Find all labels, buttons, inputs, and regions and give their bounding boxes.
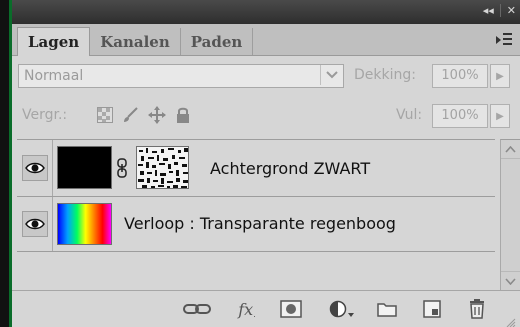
tab-kanalen[interactable]: Kanalen [90, 28, 181, 55]
mask-link-icon[interactable] [116, 158, 128, 178]
blend-row: Normaal Dekking: 100% ▶ [18, 62, 514, 90]
new-layer-icon[interactable] [419, 298, 445, 320]
layer-name[interactable]: Achtergrond ZWART [210, 159, 370, 178]
layer-row[interactable]: Verloop : Transparante regenboog [17, 197, 495, 252]
scroll-up-icon[interactable] [501, 140, 520, 159]
lock-row: Vergr.: Vul: 100% ▶ [18, 98, 514, 130]
scroll-down-icon[interactable] [501, 271, 520, 290]
fill-field[interactable]: 100% [432, 104, 488, 128]
background-window-edge [0, 0, 12, 327]
layer-style-fx-icon[interactable]: fx. [232, 298, 262, 320]
lock-label: Vergr.: [22, 107, 68, 123]
blend-mode-select[interactable]: Normaal [18, 64, 344, 88]
close-icon[interactable]: ✕ [507, 4, 516, 17]
layer-row[interactable]: Achtergrond ZWART [17, 140, 495, 197]
lock-all-icon[interactable] [174, 106, 192, 124]
titlebar-divider [499, 4, 501, 17]
visibility-cell[interactable] [17, 140, 53, 196]
layers-footer-toolbar: fx. [12, 290, 520, 327]
layer-thumbnail[interactable] [57, 203, 112, 245]
fill-slider-arrow-icon[interactable]: ▶ [490, 104, 510, 128]
fill-label: Vul: [396, 107, 423, 123]
layers-panel: ◂◂ ✕ Lagen Kanalen Paden Normaal Dekking… [12, 0, 520, 327]
chevron-down-icon[interactable] [320, 65, 342, 85]
add-mask-icon[interactable] [278, 298, 304, 320]
eye-icon[interactable] [24, 218, 45, 230]
layer-name[interactable]: Verloop : Transparante regenboog [124, 214, 396, 233]
layers-scrollbar[interactable] [500, 139, 520, 290]
lock-transparency-icon[interactable] [96, 106, 114, 124]
panel-tabs: Lagen Kanalen Paden [12, 24, 520, 56]
eye-icon[interactable] [24, 162, 45, 174]
opacity-label: Dekking: [354, 67, 416, 83]
collapse-icon[interactable]: ◂◂ [483, 4, 494, 17]
panel-title-bar[interactable]: ◂◂ ✕ [12, 0, 520, 24]
layer-thumbnail[interactable] [57, 146, 112, 189]
layer-mask-thumbnail[interactable] [136, 146, 189, 189]
lock-position-icon[interactable] [148, 106, 166, 124]
opacity-slider-arrow-icon[interactable]: ▶ [490, 64, 510, 88]
adjustment-layer-icon[interactable] [328, 298, 356, 320]
layers-list: Achtergrond ZWART Verloop : Transparante… [17, 139, 495, 290]
delete-layer-icon[interactable] [464, 298, 490, 320]
opacity-field[interactable]: 100% [432, 64, 488, 88]
new-group-folder-icon[interactable] [374, 298, 400, 320]
link-layers-icon[interactable] [182, 298, 212, 320]
visibility-cell[interactable] [17, 197, 53, 251]
panel-menu-icon[interactable] [496, 33, 512, 45]
tab-lagen[interactable]: Lagen [17, 27, 91, 56]
resize-grip-icon[interactable] [506, 313, 516, 327]
lock-paint-icon[interactable] [122, 106, 140, 124]
tab-paden[interactable]: Paden [181, 28, 254, 55]
